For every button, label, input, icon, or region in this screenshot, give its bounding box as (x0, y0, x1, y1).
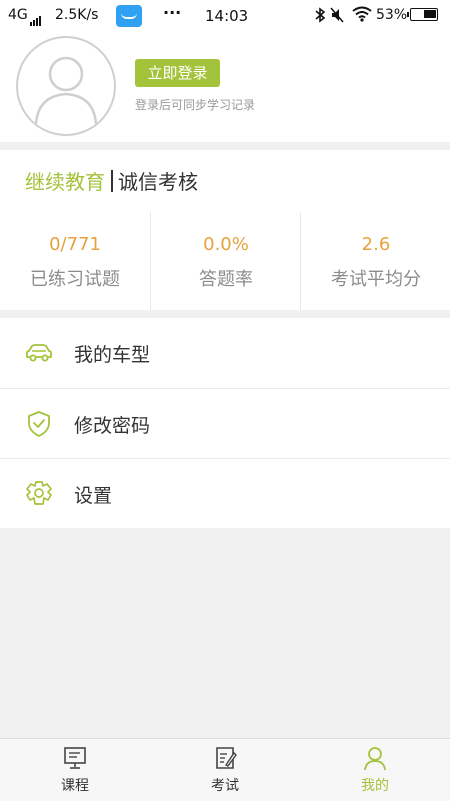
tab-integrity-assessment[interactable]: 诚信考核 (118, 170, 198, 194)
nav-label: 课程 (61, 778, 89, 794)
status-bar: 4G 2.5K/s ··· 14:03 53% (0, 0, 450, 32)
bluetooth-icon (315, 7, 326, 23)
tab-divider (111, 170, 113, 192)
network-speed: 2.5K/s (55, 7, 99, 23)
stat-label: 答题率 (199, 269, 253, 290)
user-icon (364, 747, 386, 771)
stat-label: 考试平均分 (331, 269, 421, 290)
stat-practiced[interactable]: 0/771 已练习试题 (0, 212, 150, 310)
profile-header: 立即登录 登录后可同步学习记录 (0, 32, 450, 142)
mute-icon (330, 7, 344, 23)
login-hint: 登录后可同步学习记录 (135, 98, 256, 112)
menu-label: 我的车型 (74, 344, 151, 366)
default-user-icon (34, 56, 98, 125)
signal-icon (30, 10, 42, 26)
study-stats-panel: 继续教育 诚信考核 0/771 已练习试题 0.0% 答题率 2.6 考试平均分 (0, 150, 450, 310)
menu-item-change-password[interactable]: 修改密码 (0, 388, 450, 459)
shield-check-icon (28, 411, 50, 437)
battery-icon (407, 8, 438, 21)
menu-item-settings[interactable]: 设置 (0, 458, 450, 529)
tab-continuing-education[interactable]: 继续教育 (25, 170, 105, 194)
menu-label: 设置 (74, 485, 113, 507)
nav-courses[interactable]: 课程 (0, 739, 150, 801)
stat-average-score[interactable]: 2.6 考试平均分 (300, 212, 450, 310)
settings-menu: 我的车型 修改密码 设置 (0, 318, 450, 528)
car-icon (26, 344, 52, 362)
stat-label: 已练习试题 (30, 269, 120, 290)
category-tabs: 继续教育 诚信考核 (25, 166, 198, 195)
monitor-icon (64, 747, 86, 769)
nav-mine[interactable]: 我的 (300, 739, 450, 801)
exam-paper-icon (216, 747, 237, 769)
stat-row: 0/771 已练习试题 0.0% 答题率 2.6 考试平均分 (0, 212, 450, 310)
nav-label: 我的 (361, 778, 389, 794)
battery-percent: 53% (376, 7, 408, 23)
wifi-icon (352, 6, 372, 22)
gear-icon (26, 481, 52, 505)
stat-value: 0/771 (49, 234, 101, 255)
stat-answer-rate[interactable]: 0.0% 答题率 (150, 212, 301, 310)
login-button[interactable]: 立即登录 (135, 59, 220, 87)
clock: 14:03 (205, 7, 249, 25)
stat-value: 0.0% (203, 234, 249, 255)
menu-item-car-model[interactable]: 我的车型 (0, 318, 450, 388)
stat-value: 2.6 (361, 234, 391, 255)
avatar[interactable] (16, 36, 116, 136)
bottom-nav: 课程 考试 我的 (0, 738, 450, 801)
more-notifications-icon: ··· (163, 3, 182, 22)
nav-label: 考试 (211, 778, 239, 794)
nav-exam[interactable]: 考试 (150, 739, 300, 801)
network-type: 4G (8, 7, 28, 23)
menu-label: 修改密码 (74, 415, 151, 437)
app-store-icon (116, 5, 142, 27)
